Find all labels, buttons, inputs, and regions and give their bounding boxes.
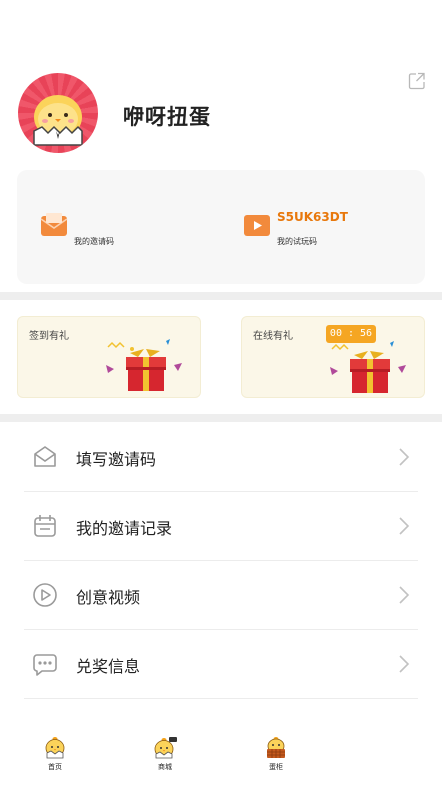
menu-item-label: 填写邀请码 bbox=[76, 450, 157, 469]
trial-code-label: 我的试玩码 bbox=[277, 237, 317, 246]
tab-bar: 首页 商城 蛋柜 bbox=[0, 730, 442, 787]
tab-label: 商城 bbox=[158, 763, 172, 771]
avatar[interactable] bbox=[18, 73, 98, 153]
gift-box-icon bbox=[330, 341, 406, 393]
menu-item-invite-code[interactable]: 填写邀请码 bbox=[24, 423, 418, 492]
chick-avatar-icon bbox=[33, 95, 83, 146]
mail-icon bbox=[34, 446, 56, 467]
calendar-icon bbox=[34, 515, 56, 537]
section-divider bbox=[0, 414, 442, 422]
menu-item-invite-records[interactable]: 我的邀请记录 bbox=[24, 492, 418, 561]
chevron-right-icon bbox=[399, 655, 410, 673]
tab-label: 首页 bbox=[48, 763, 62, 771]
chick-icon bbox=[45, 737, 65, 759]
envelope-icon bbox=[40, 213, 68, 236]
menu-item-prize-info[interactable]: 兑奖信息 bbox=[24, 630, 418, 699]
tab-home[interactable]: 首页 bbox=[30, 734, 80, 778]
online-gift-card[interactable]: 在线有礼 00 : 56 bbox=[241, 316, 425, 398]
share-icon bbox=[408, 72, 425, 90]
menu-item-label: 创意视频 bbox=[76, 588, 141, 607]
online-gift-title: 在线有礼 bbox=[253, 331, 293, 342]
chat-icon bbox=[33, 654, 57, 676]
section-divider bbox=[0, 292, 442, 300]
menu-item-label: 我的邀请记录 bbox=[76, 519, 173, 538]
menu-item-creative-video[interactable]: 创意视频 bbox=[24, 561, 418, 630]
tab-mall[interactable]: 商城 bbox=[140, 734, 190, 778]
share-button[interactable] bbox=[408, 72, 426, 90]
menu-list: 填写邀请码 我的邀请记录 创意视频 兑奖信息 bbox=[24, 423, 418, 699]
chevron-right-icon bbox=[399, 448, 410, 466]
trial-code-value: S5UK63DT bbox=[277, 210, 348, 224]
chick-shop-icon bbox=[154, 737, 177, 759]
video-icon bbox=[244, 215, 270, 236]
menu-item-label: 兑奖信息 bbox=[76, 657, 141, 676]
play-icon bbox=[33, 583, 57, 607]
chevron-right-icon bbox=[399, 517, 410, 535]
trial-code-item[interactable]: S5UK63DT 我的试玩码 bbox=[243, 206, 383, 252]
gift-box-icon bbox=[106, 339, 182, 391]
signin-gift-title: 签到有礼 bbox=[29, 331, 69, 342]
chevron-right-icon bbox=[399, 586, 410, 604]
tab-label: 蛋柜 bbox=[269, 763, 283, 771]
tab-egg-cabinet[interactable]: 蛋柜 bbox=[251, 734, 301, 778]
username: 咿呀扭蛋 bbox=[123, 105, 211, 129]
code-card: 我的邀请码 S5UK63DT 我的试玩码 bbox=[17, 170, 425, 284]
invite-code-item[interactable]: 我的邀请码 bbox=[40, 206, 160, 252]
signin-gift-card[interactable]: 签到有礼 bbox=[17, 316, 201, 398]
chick-basket-icon bbox=[267, 737, 285, 758]
invite-code-label: 我的邀请码 bbox=[74, 237, 114, 246]
